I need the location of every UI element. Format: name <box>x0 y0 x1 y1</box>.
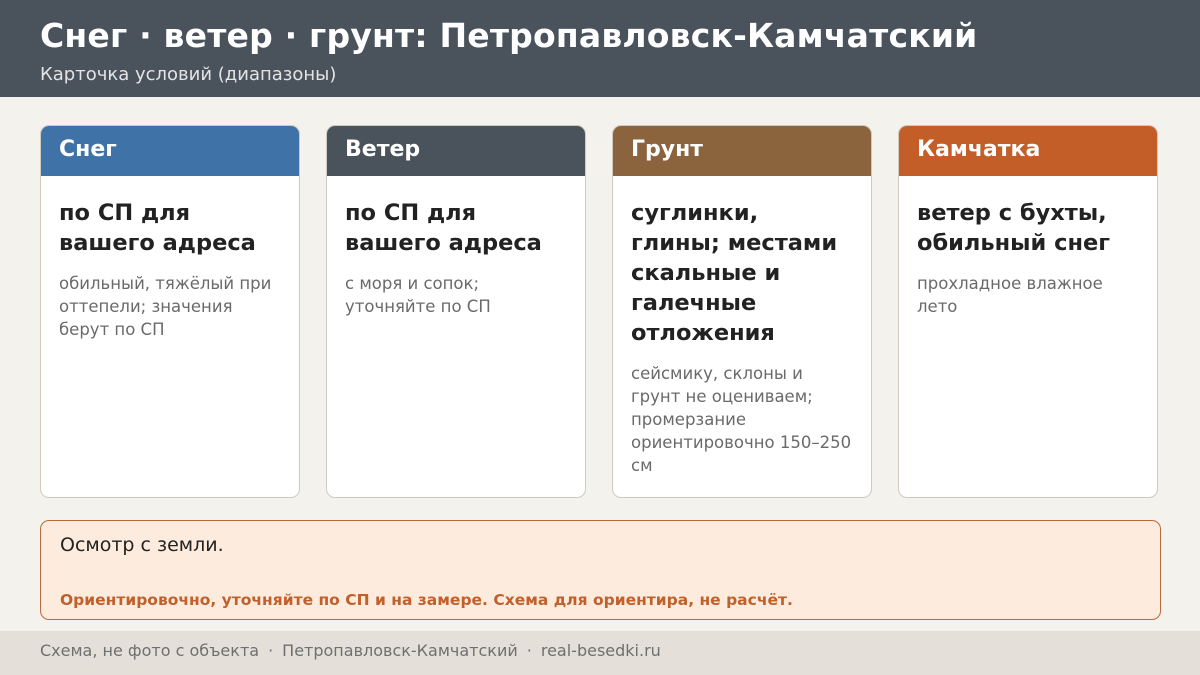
card-kamchatka: Камчатка ветер с бухты, обильный снег пр… <box>898 125 1158 498</box>
footer: Схема, не фото с объекта · Петропавловск-К… <box>0 631 1200 675</box>
card-kamchatka-main: ветер с бухты, обильный снег <box>917 200 1111 256</box>
card-snow: Снег по СП для вашего адреса обильный, т… <box>40 125 300 498</box>
footer-separator: · <box>526 641 532 660</box>
card-wind-header: Ветер <box>327 126 585 176</box>
footer-scheme-note: Схема, не фото с объекта <box>40 641 260 660</box>
card-kamchatka-note: прохладное влажное лето <box>917 274 1103 316</box>
footer-city: Петропавловск-Камчатский <box>282 641 518 660</box>
card-soil-note: сейсмику, склоны и грунт не оцениваем; п… <box>631 364 852 475</box>
card-soil-main: суглинки, глины; местами скальные и гале… <box>631 200 838 346</box>
header: Снег · ветер · грунт: Петропавловск-Камч… <box>0 0 1200 97</box>
card-wind-main: по СП для вашего адреса <box>345 200 542 256</box>
card-snow-note: обильный, тяжёлый при оттепели; значения… <box>59 274 272 339</box>
footer-separator: · <box>268 641 274 660</box>
inspection-note-box: Осмотр с земли. Ориентировочно, уточняйт… <box>40 520 1161 620</box>
page-subtitle: Карточка условий (диапазоны) <box>40 64 337 85</box>
footer-site-link[interactable]: real-besedki.ru <box>541 641 661 660</box>
card-wind: Ветер по СП для вашего адреса с моря и с… <box>326 125 586 498</box>
card-snow-main: по СП для вашего адреса <box>59 200 256 256</box>
page-title: Снег · ветер · грунт: Петропавловск-Камч… <box>40 16 978 55</box>
footer-text: Схема, не фото с объекта · Петропавловск-К… <box>40 641 661 660</box>
disclaimer-warning: Ориентировочно, уточняйте по СП и на зам… <box>60 591 793 609</box>
card-wind-note: с моря и сопок; уточняйте по СП <box>345 274 491 316</box>
card-soil: Грунт суглинки, глины; местами скальные … <box>612 125 872 498</box>
inspection-note: Осмотр с земли. <box>60 534 224 556</box>
card-snow-header: Снег <box>41 126 299 176</box>
card-soil-header: Грунт <box>613 126 871 176</box>
card-kamchatka-header: Камчатка <box>899 126 1157 176</box>
